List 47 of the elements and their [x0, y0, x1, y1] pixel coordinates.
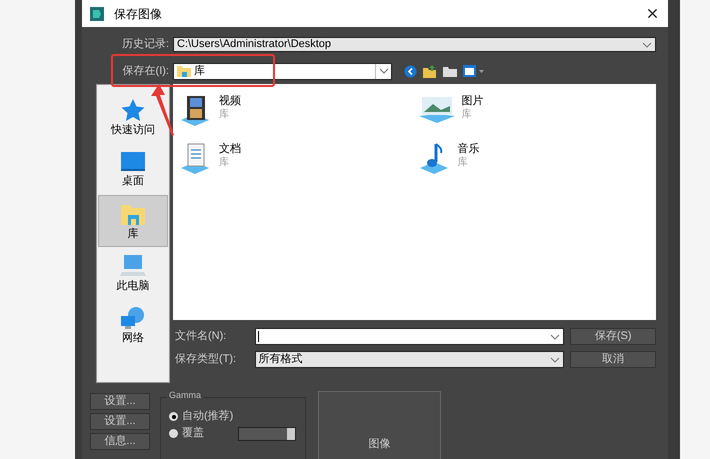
caret-icon [550, 356, 560, 362]
caret-icon [550, 334, 560, 340]
caret-icon [378, 68, 388, 74]
location-dropdown[interactable]: 库 [173, 62, 392, 80]
folder-icon [177, 65, 191, 77]
close-icon[interactable] [645, 6, 660, 21]
image-icon [418, 94, 456, 124]
settings-button[interactable]: 信息... [90, 433, 150, 450]
cancel-button[interactable]: 取消 [570, 351, 656, 368]
radio-button[interactable] [169, 429, 178, 438]
settings-button[interactable]: 设置... [90, 413, 150, 430]
monitor-icon [120, 151, 146, 173]
place-item[interactable]: 此电脑 [98, 247, 168, 299]
group-title: Gamma [167, 391, 204, 400]
field-label: 文件名(N): [174, 328, 228, 344]
new-folder-icon[interactable] [443, 65, 457, 77]
field-label: 历史记录: [120, 37, 170, 52]
back-icon[interactable] [404, 64, 417, 78]
app-logo-icon [90, 6, 104, 20]
radio-label: 自动(推荐) [182, 411, 234, 422]
place-item[interactable]: 网络 [98, 299, 168, 351]
place-item[interactable]: 桌面 [98, 143, 168, 195]
file-item[interactable]: 视频 库 [179, 94, 299, 128]
file-item[interactable]: 音乐 库 [418, 142, 538, 176]
save-button[interactable]: 保存(S) [570, 328, 656, 345]
file-item[interactable]: 图片 库 [418, 94, 538, 128]
folder-up-icon[interactable] [423, 64, 437, 78]
field-label: 保存在(I): [122, 64, 170, 79]
computer-icon [120, 254, 146, 278]
filename-field[interactable] [254, 328, 564, 345]
filetype-dropdown[interactable]: 所有格式 [254, 351, 564, 368]
star-icon [120, 98, 146, 122]
caret-icon [642, 42, 652, 48]
network-icon [120, 306, 146, 330]
settings-button[interactable]: 设置... [90, 393, 150, 410]
place-item[interactable]: 库 [98, 195, 168, 247]
history-dropdown[interactable]: C:\Users\Administrator\Desktop [173, 37, 656, 52]
place-item[interactable]: 快速访问 [98, 91, 168, 143]
radio-label: 覆盖 [182, 428, 204, 439]
view-menu-icon[interactable] [463, 65, 485, 77]
file-item[interactable]: 文档 库 [179, 142, 299, 176]
window-title: 保存图像 [114, 6, 162, 22]
folder-icon [120, 202, 146, 226]
gamma-spinner[interactable] [238, 426, 296, 440]
image-preview: 图像 [318, 391, 441, 459]
field-label: 保存类型(T): [174, 352, 238, 368]
radio-button[interactable] [169, 412, 178, 421]
